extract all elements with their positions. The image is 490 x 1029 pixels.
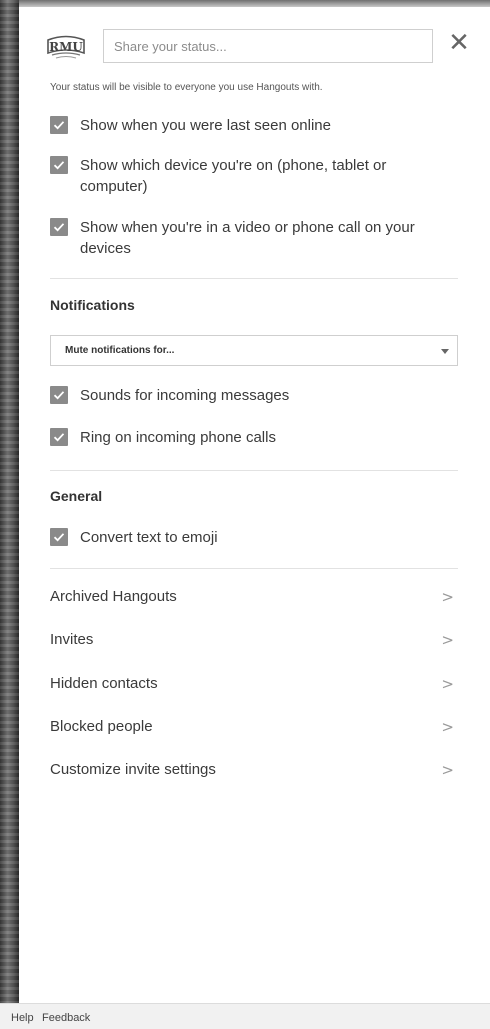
checkbox-row-ring[interactable]: Ring on incoming phone calls xyxy=(50,427,470,449)
checkbox-in-call[interactable] xyxy=(50,218,68,236)
checkbox-row-last-seen[interactable]: Show when you were last seen online xyxy=(50,115,470,137)
rmu-logo-icon: RMU xyxy=(46,31,86,63)
background-window-top xyxy=(19,0,490,7)
checkbox-row-emoji[interactable]: Convert text to emoji xyxy=(50,527,470,549)
general-heading: General xyxy=(50,488,103,504)
logo-text: RMU xyxy=(49,40,83,54)
nav-archived-hangouts[interactable]: Archived Hangouts > xyxy=(50,586,458,610)
chevron-right-icon: > xyxy=(441,588,454,606)
checkbox-label: Convert text to emoji xyxy=(80,529,218,546)
chevron-right-icon: > xyxy=(441,675,454,693)
checkbox-label: Show which device you're on (phone, tabl… xyxy=(80,157,387,195)
mute-notifications-select[interactable]: Mute notifications for... xyxy=(50,335,458,366)
checkbox-last-seen[interactable] xyxy=(50,116,68,134)
checkbox-device[interactable] xyxy=(50,156,68,174)
checkbox-row-sounds[interactable]: Sounds for incoming messages xyxy=(50,385,470,407)
nav-invites[interactable]: Invites > xyxy=(50,629,458,653)
nav-label: Invites xyxy=(50,631,94,648)
nav-label: Hidden contacts xyxy=(50,675,158,692)
chevron-right-icon: > xyxy=(441,761,454,779)
checkbox-row-device[interactable]: Show which device you're on (phone, tabl… xyxy=(50,155,470,199)
divider xyxy=(50,278,458,279)
checkbox-row-in-call[interactable]: Show when you're in a video or phone cal… xyxy=(50,217,470,261)
nav-blocked-people[interactable]: Blocked people > xyxy=(50,716,458,740)
nav-customize-invite-settings[interactable]: Customize invite settings > xyxy=(50,759,458,783)
hangouts-settings-panel: RMU ✕ Your status will be visible to eve… xyxy=(19,7,490,1003)
status-input[interactable] xyxy=(103,29,433,63)
background-window-edge xyxy=(0,0,19,1003)
divider xyxy=(50,470,458,471)
notifications-heading: Notifications xyxy=(50,297,135,313)
divider xyxy=(50,568,458,569)
status-hint: Your status will be visible to everyone … xyxy=(50,82,323,93)
checkbox-ring[interactable] xyxy=(50,428,68,446)
checkmark-icon xyxy=(53,223,65,232)
checkmark-icon xyxy=(53,121,65,130)
checkbox-emoji[interactable] xyxy=(50,528,68,546)
checkbox-label: Ring on incoming phone calls xyxy=(80,429,276,446)
checkmark-icon xyxy=(53,391,65,400)
checkmark-icon xyxy=(53,533,65,542)
nav-hidden-contacts[interactable]: Hidden contacts > xyxy=(50,673,458,697)
checkbox-label: Sounds for incoming messages xyxy=(80,387,290,404)
nav-label: Customize invite settings xyxy=(50,761,216,778)
checkmark-icon xyxy=(53,161,65,170)
close-icon[interactable]: ✕ xyxy=(447,30,471,56)
chevron-right-icon: > xyxy=(441,718,454,736)
mute-select-value: Mute notifications for... xyxy=(65,345,175,356)
nav-label: Blocked people xyxy=(50,718,153,735)
checkmark-icon xyxy=(53,433,65,442)
help-link[interactable]: Help xyxy=(11,1012,34,1024)
footer-bar: Help Feedback xyxy=(0,1003,490,1029)
chevron-right-icon: > xyxy=(441,631,454,649)
checkbox-label: Show when you were last seen online xyxy=(80,117,331,134)
feedback-link[interactable]: Feedback xyxy=(42,1012,90,1024)
checkbox-label: Show when you're in a video or phone cal… xyxy=(80,219,415,257)
checkbox-sounds[interactable] xyxy=(50,386,68,404)
nav-label: Archived Hangouts xyxy=(50,588,177,605)
caret-down-icon xyxy=(441,349,449,354)
